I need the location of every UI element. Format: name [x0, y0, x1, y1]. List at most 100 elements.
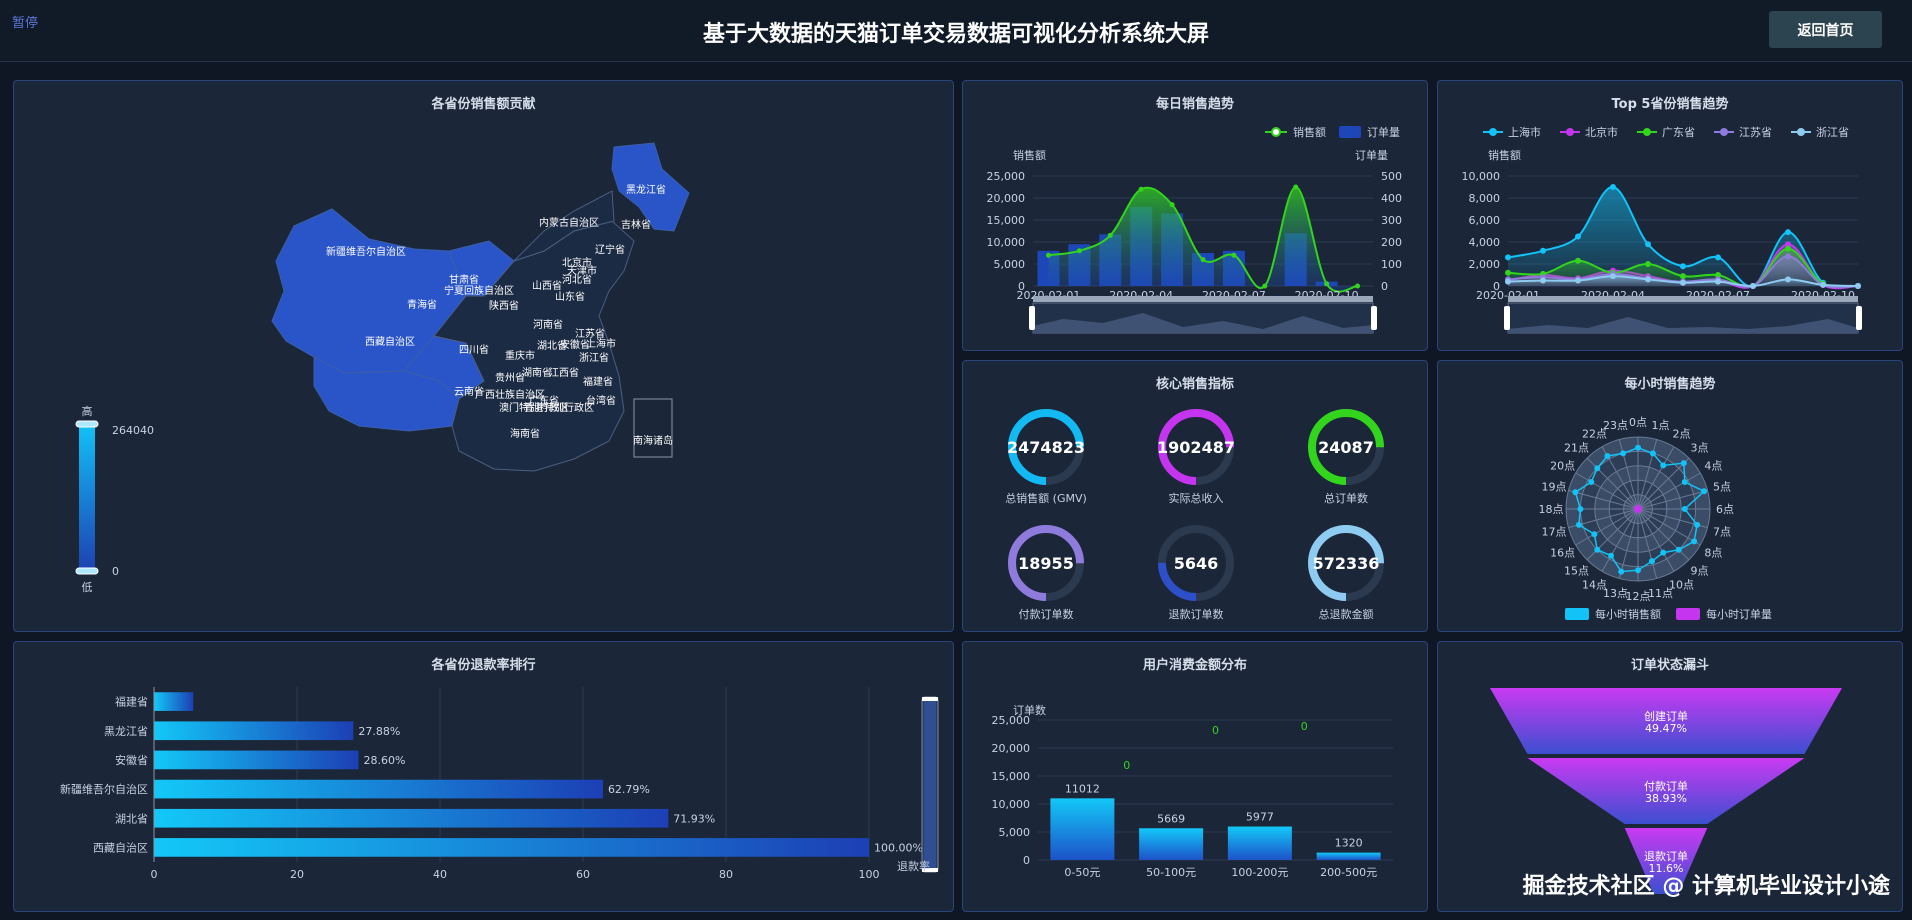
- legend-marker: [1643, 128, 1651, 136]
- spend-distribution-chart[interactable]: 订单数05,00010,00015,00020,00025,000110120-…: [963, 642, 1429, 913]
- legend-sales-swatch: [1565, 608, 1589, 620]
- hour-label: 21点: [1564, 441, 1589, 454]
- legend-high: 高: [82, 404, 93, 418]
- sales-radar-point: [1691, 538, 1698, 545]
- spend-panel: 用户消费金额分布 订单数 0 5,000 10,000 15,000 20,000 25,0…: [962, 641, 1428, 912]
- hour-label: 14点: [1582, 578, 1607, 591]
- series-point: [1645, 241, 1651, 248]
- sales-radar-point: [1618, 568, 1625, 575]
- legend-orders-swatch: [1676, 608, 1700, 620]
- province-label: 浙江省: [579, 351, 609, 364]
- spend-bar: [1316, 852, 1381, 860]
- province-label: 山西省: [532, 279, 562, 292]
- sales-radar-point: [1594, 546, 1601, 553]
- kpi-value: 24087: [1318, 438, 1374, 457]
- value-label: 27.88%: [358, 725, 400, 738]
- kpi-gauges: 2474823 总销售额 (GMV) 1902487 实际总收入 24087 总订单数 18…: [1005, 409, 1384, 621]
- sales-point: [1138, 186, 1144, 192]
- hourly-panel: 每小时销售趋势 0点 1点 2点 3点 4点 5点 6点 7点 8点 9点 10点 11点 12点 13点…: [1437, 360, 1903, 632]
- hour-label: 12点: [1626, 590, 1651, 603]
- series-point: [1785, 229, 1791, 236]
- province-label: 青海省: [407, 298, 437, 311]
- series-point: [1855, 283, 1861, 289]
- y-axis-label-left: 销售额: [1013, 148, 1046, 162]
- y-tick-right: 500: [1381, 170, 1402, 183]
- orders-radar-point: [1634, 505, 1642, 513]
- sales-point: [1324, 281, 1330, 287]
- x-tick: 60: [576, 868, 590, 881]
- top5-trend-chart[interactable]: 上海市 北京市 广东省 江苏省 浙江省销售额02,0004,0006,0008,0001…: [1438, 81, 1904, 352]
- kpi-panel: 核心销售指标 2474823 总销售额 (GMV) 1902487 实际总收入 2408…: [962, 360, 1428, 632]
- sales-area: [1048, 186, 1358, 292]
- refund-rate-chart[interactable]: 0 20 40 60 80 100 福建省黑龙江省 27.88% 安徽省 28.60% 新疆维吾尔自…: [14, 642, 955, 913]
- funnel-stage-name: 付款订单: [1644, 779, 1688, 793]
- province-label: 吉林省: [621, 218, 651, 231]
- legend-low: 低: [82, 581, 93, 594]
- hourly-radar-chart[interactable]: 0点 1点2点3点4点5点6点7点8点9点10点11点12点13点14点15点16…: [1438, 361, 1904, 633]
- spend-bar: [1050, 798, 1115, 860]
- sales-point: [1355, 283, 1361, 289]
- watermark: 掘金技术社区 @ 计算机毕业设计小途: [1522, 874, 1890, 899]
- series-point: [1680, 263, 1686, 270]
- province-label: 贵州省: [495, 371, 525, 384]
- hour-label: 19点: [1541, 480, 1566, 493]
- series-point: [1645, 261, 1651, 267]
- y-tick: 2,000: [1469, 258, 1501, 271]
- province-label: 重庆市: [505, 349, 535, 362]
- y-tick: 5,000: [999, 826, 1031, 839]
- x-tick: 50-100元: [1146, 866, 1196, 879]
- hour-label: 18点: [1539, 503, 1564, 516]
- x-tick: 80: [719, 868, 733, 881]
- series-point: [1505, 278, 1511, 285]
- datazoom-bar: [1033, 296, 1373, 302]
- funnel-stage-pct: 49.47%: [1645, 722, 1687, 735]
- province-label: 上海市: [586, 337, 616, 350]
- visual-map-handle-top[interactable]: [75, 420, 99, 428]
- sales-point: [1200, 257, 1206, 263]
- daily-trend-chart[interactable]: 销售额 订单量销售额 订单量05,00010,00015,00020,00025,0…: [963, 81, 1429, 352]
- sales-radar-point: [1588, 479, 1595, 485]
- legend-orders: 订单量: [1367, 126, 1400, 139]
- series-point: [1715, 278, 1721, 285]
- sales-radar-point: [1701, 488, 1708, 495]
- datazoom-handle-right: [1856, 306, 1862, 330]
- hour-label: 15点: [1564, 565, 1589, 578]
- kpi-label: 总订单数: [1324, 491, 1368, 505]
- legend-marker: [1566, 128, 1574, 136]
- visual-map-handle-bottom[interactable]: [75, 567, 99, 575]
- datazoom-handle-left: [1029, 306, 1035, 330]
- x-tick: 0: [151, 868, 158, 881]
- sales-radar-point: [1660, 462, 1667, 469]
- series-point: [1715, 254, 1721, 261]
- sales-radar-point: [1660, 549, 1667, 556]
- datazoom-handle-right: [1371, 306, 1377, 330]
- refund-bar: [154, 721, 354, 741]
- home-button[interactable]: 返回首页: [1769, 11, 1882, 48]
- legend-label: 北京市: [1585, 125, 1618, 139]
- sales-radar-point: [1577, 506, 1584, 512]
- kpi-value: 5646: [1174, 554, 1219, 573]
- top-header: 暂停 基于大数据的天猫订单交易数据可视化分析系统大屏 返回首页: [0, 0, 1912, 62]
- sales-radar-point: [1608, 552, 1614, 559]
- value-label: 71.93%: [673, 812, 715, 825]
- sales-radar-point: [1572, 489, 1579, 496]
- sales-radar-point: [1635, 567, 1641, 574]
- province-label: 澳门特别行政区: [499, 401, 569, 414]
- visual-map-bar[interactable]: [79, 423, 95, 573]
- province-label: 湖南省: [522, 366, 552, 379]
- y-tick-left: 5,000: [994, 258, 1026, 271]
- x-tick: 100: [859, 868, 880, 881]
- hour-label: 3点: [1691, 441, 1709, 454]
- zoom-slider-handle-top: [922, 697, 938, 701]
- province-label: 宁夏回族自治区: [444, 284, 514, 297]
- x-tick: 40: [433, 868, 447, 881]
- y-tick: 15,000: [992, 770, 1031, 783]
- sales-point: [1231, 252, 1237, 258]
- china-map[interactable]: 黑龙江省吉林省内蒙古自治区辽宁省新疆维吾尔自治区甘肃省宁夏回族自治区北京市天津市…: [14, 81, 955, 633]
- sales-point: [1045, 252, 1051, 258]
- spend-bar: [1139, 828, 1204, 860]
- kpi-value: 2474823: [1007, 438, 1085, 457]
- series-point: [1505, 269, 1511, 276]
- y-tick-left: 25,000: [987, 170, 1026, 183]
- south-china-sea-inset: [633, 398, 673, 458]
